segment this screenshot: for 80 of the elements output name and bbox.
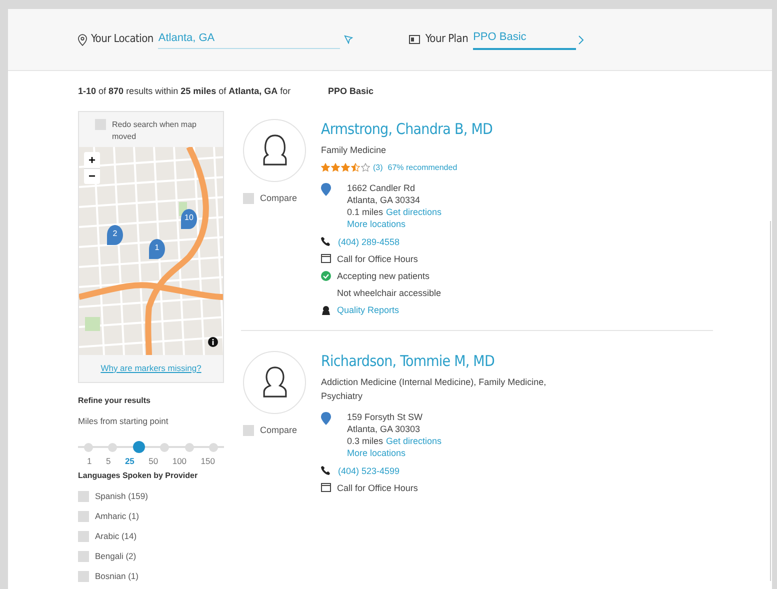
- more-locations-link[interactable]: More locations: [347, 446, 442, 458]
- language-checkbox[interactable]: [78, 570, 89, 582]
- compare-label: Compare: [260, 192, 298, 205]
- directions-link[interactable]: Get directions: [386, 206, 442, 218]
- phone-icon: [321, 466, 330, 475]
- accepting-patients-text: Accepting new patients: [337, 270, 430, 282]
- location-pin-icon: [78, 34, 87, 46]
- slider-label: 5: [106, 455, 111, 468]
- phone-link[interactable]: (404) 523-4599: [338, 464, 400, 476]
- provider-name-link[interactable]: Richardson, Tommie M, MD: [321, 350, 561, 370]
- language-label: Amharic (1): [95, 510, 139, 522]
- plan-label: Your Plan: [425, 31, 468, 48]
- location-field[interactable]: Atlanta, GA: [158, 30, 340, 50]
- distance-text: 0.1 miles: [347, 206, 384, 218]
- redo-search-label: Redo search when map moved: [112, 118, 198, 142]
- calendar-icon: [321, 254, 331, 263]
- info-icon[interactable]: [208, 336, 218, 346]
- slider-stop[interactable]: [108, 442, 118, 452]
- map-pin-icon: [321, 182, 331, 196]
- slider-label: 50: [148, 455, 158, 468]
- plan-field[interactable]: PPO Basic: [473, 29, 576, 50]
- recommended-link[interactable]: 67% recommended: [388, 162, 458, 174]
- reviews-link[interactable]: (3): [373, 162, 383, 174]
- language-checkbox[interactable]: [78, 530, 89, 542]
- refine-title: Refine your results: [78, 394, 152, 406]
- language-checkbox[interactable]: [78, 510, 89, 522]
- slider-label: 100: [172, 455, 187, 468]
- slider-label: 1: [87, 455, 92, 468]
- wheelchair-text: Not wheelchair accessible: [337, 286, 442, 298]
- zoom-in-button[interactable]: +: [84, 152, 100, 168]
- distance-text: 0.3 miles: [347, 434, 384, 446]
- location-label: Your Location: [91, 31, 154, 48]
- plan-name-text: PPO Basic: [328, 85, 374, 98]
- specialty-text: Addiction Medicine (Internal Medicine), Family Medicine, Psychiatry: [321, 376, 548, 402]
- compare-label: Compare: [260, 424, 298, 437]
- slider-label: 25: [124, 455, 134, 468]
- address-line: 1662 Candler Rd: [347, 182, 416, 194]
- provider-name-link[interactable]: Armstrong, Chandra B, MD: [321, 118, 561, 138]
- address-line: Atlanta, GA 30334: [347, 194, 422, 206]
- more-locations-link[interactable]: More locations: [347, 218, 442, 230]
- award-icon: [321, 304, 331, 314]
- slider-stop[interactable]: [208, 442, 218, 452]
- language-label: Spanish (159): [95, 490, 148, 502]
- compare-checkbox[interactable]: [243, 192, 254, 204]
- calendar-icon: [321, 483, 331, 492]
- star-icon: [331, 163, 340, 172]
- language-checkbox[interactable]: [78, 490, 89, 502]
- phone-icon: [321, 237, 330, 246]
- office-hours-text: Call for Office Hours: [337, 252, 418, 264]
- star-icon: [351, 163, 360, 172]
- slider-stop[interactable]: [84, 442, 93, 452]
- languages-title: Languages Spoken by Provider: [78, 470, 199, 482]
- specialty-text: Family Medicine: [321, 144, 388, 156]
- compare-checkbox[interactable]: [243, 424, 254, 436]
- id-card-icon: [409, 35, 420, 44]
- navigation-arrow-icon[interactable]: [344, 35, 354, 44]
- slider-stop[interactable]: [160, 442, 170, 452]
- star-icon: [321, 163, 330, 172]
- slider-stop[interactable]: [132, 441, 145, 454]
- language-label: Arabic (14): [95, 530, 137, 542]
- language-label: Bengali (2): [95, 550, 136, 562]
- slider-label: 150: [200, 455, 215, 468]
- redo-search-checkbox[interactable]: [95, 118, 106, 130]
- map-pin-icon: [321, 412, 331, 424]
- miles-label: Miles from starting point: [78, 414, 170, 428]
- quality-reports-link[interactable]: Quality Reports: [337, 304, 400, 316]
- zoom-out-button[interactable]: −: [84, 168, 100, 184]
- office-hours-text: Call for Office Hours: [337, 482, 418, 494]
- directions-link[interactable]: Get directions: [386, 434, 442, 446]
- language-label: Bosnian (1): [95, 570, 138, 582]
- results-summary-text: 1-10 of 870 results within 25 miles of Atlanta, GA for: [78, 85, 292, 98]
- star-icon: [361, 163, 370, 172]
- language-checkbox[interactable]: [78, 550, 89, 562]
- address-line: Atlanta, GA 30303: [347, 422, 422, 434]
- star-icon: [341, 163, 350, 172]
- chevron-right-icon[interactable]: [578, 34, 584, 44]
- slider-stop[interactable]: [184, 442, 194, 452]
- phone-link[interactable]: (404) 289-4558: [338, 236, 400, 248]
- address-line: 159 Forsyth St SW: [347, 410, 424, 422]
- markers-missing-link[interactable]: Why are markers missing?: [100, 362, 202, 374]
